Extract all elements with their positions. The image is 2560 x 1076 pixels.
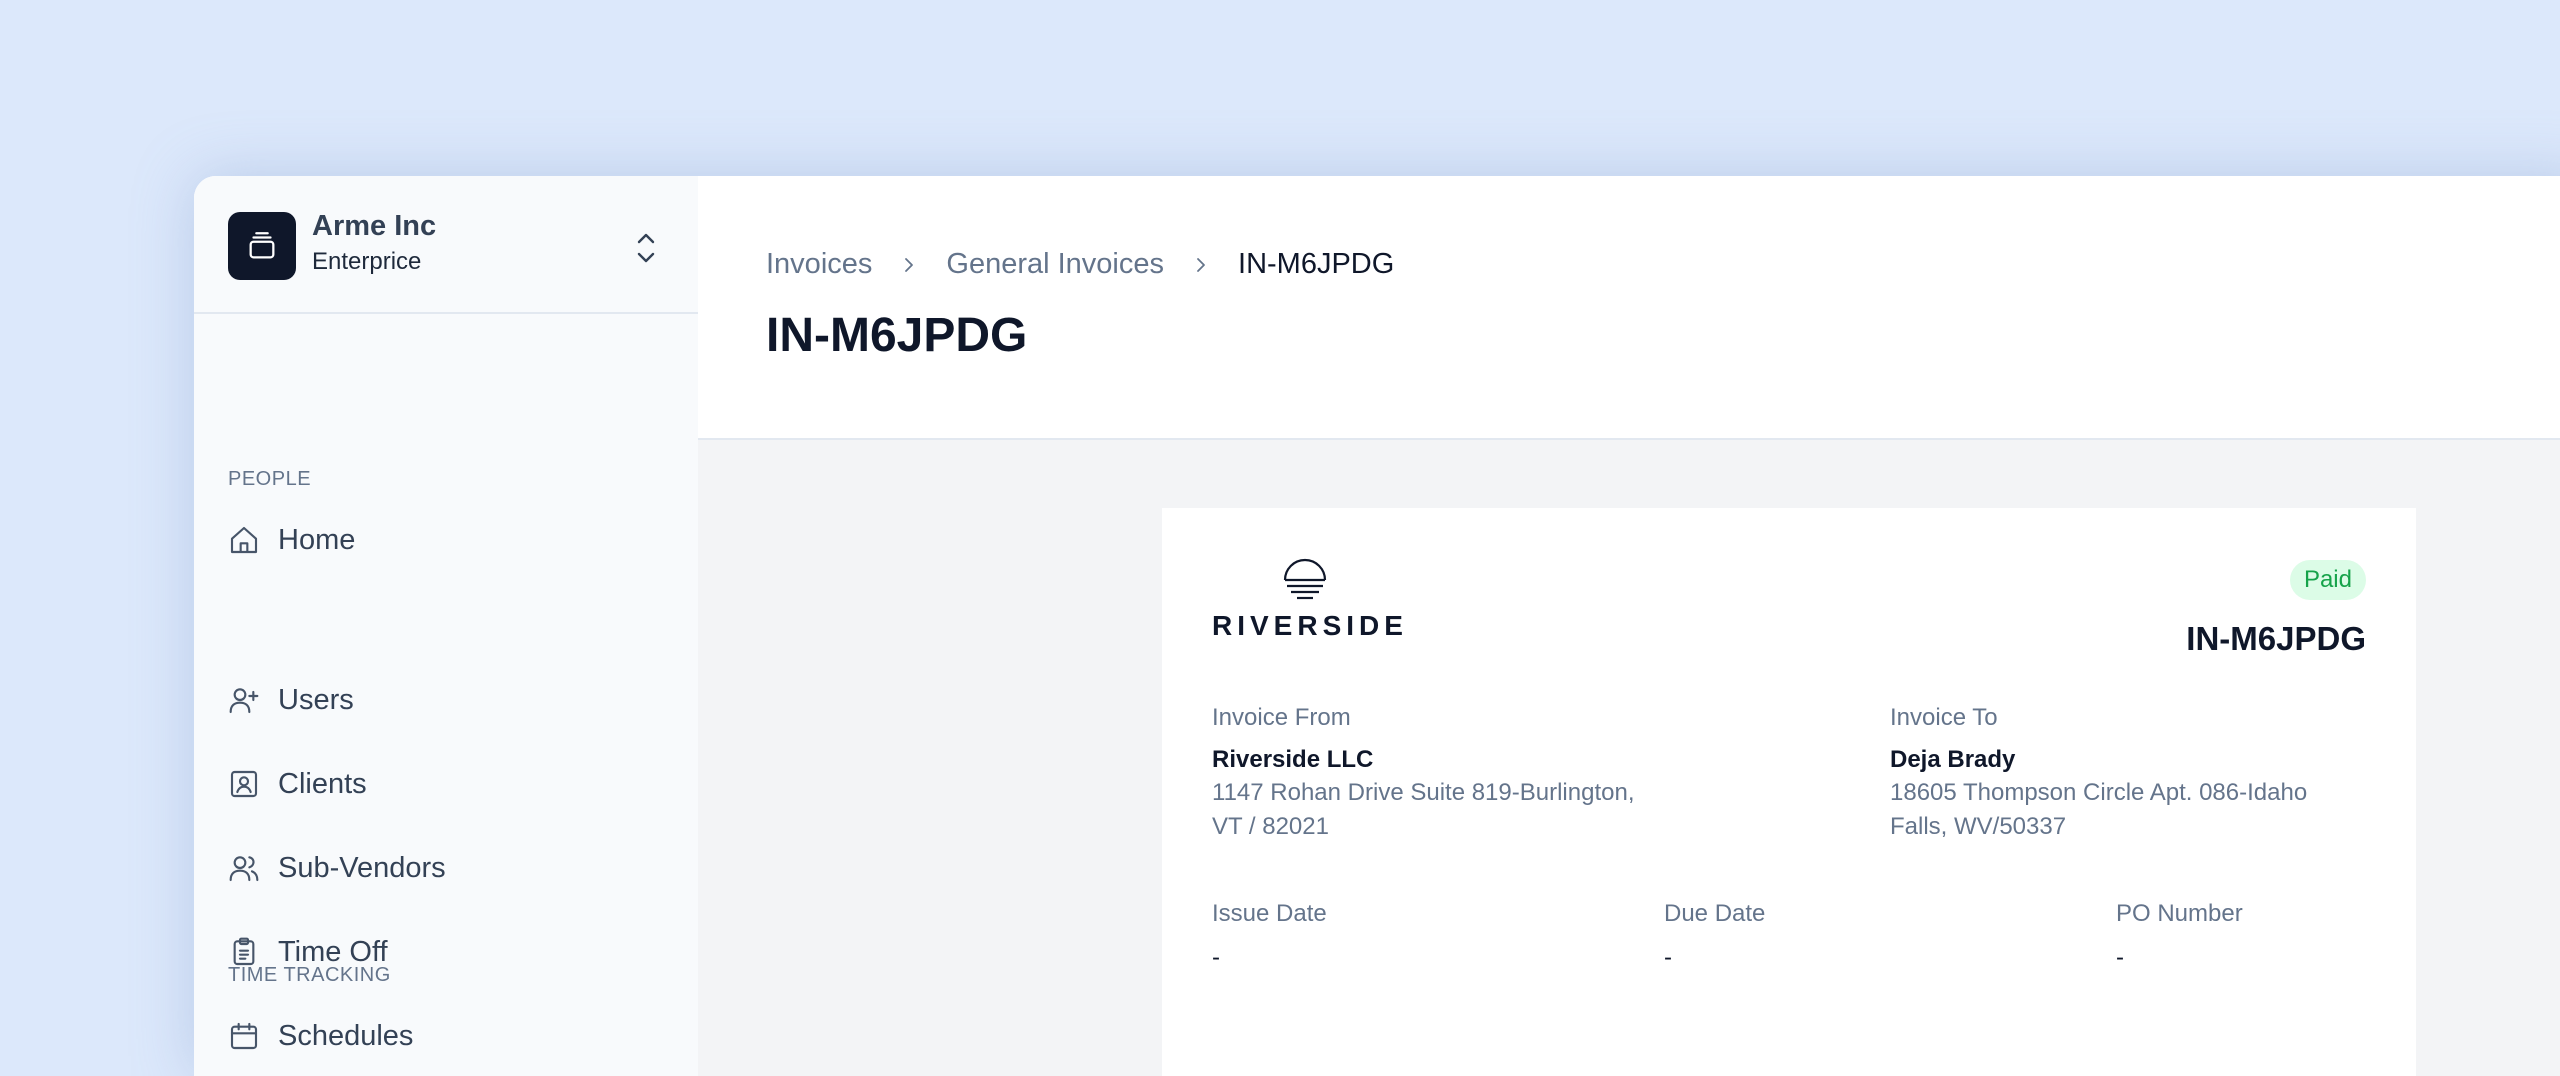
main-content: RIVERSIDE Paid IN-M6JPDG Invoice From Ri… — [698, 440, 2560, 1076]
chevron-right-icon — [905, 257, 914, 272]
section-label-time-tracking: TIME TRACKING — [228, 964, 391, 986]
sidebar-item-label: Sub-Vendors — [278, 851, 446, 884]
invoice-card: RIVERSIDE Paid IN-M6JPDG Invoice From Ri… — [1162, 508, 2416, 1076]
home-icon — [230, 526, 258, 554]
invoice-from-label: Invoice From — [1212, 704, 1351, 731]
org-switcher[interactable]: Arme Inc Enterprice — [194, 176, 698, 314]
section-label-people: PEOPLE — [228, 468, 312, 490]
page-header: Invoices General Invoices IN-M6JPDG IN-M… — [698, 176, 2560, 440]
invoice-from-address-line2: VT / 82021 — [1212, 813, 1329, 840]
users-icon — [229, 856, 259, 882]
sidebar-item-users[interactable]: Users — [228, 680, 354, 720]
chevron-up-down-icon[interactable] — [634, 228, 658, 268]
invoice-to-address-line1: 18605 Thompson Circle Apt. 086-Idaho — [1890, 779, 2308, 806]
invoice-to-label: Invoice To — [1890, 704, 1998, 731]
page-title: IN-M6JPDG — [766, 309, 1028, 362]
sidebar-item-clients[interactable]: Clients — [228, 764, 367, 804]
brand-wordmark: RIVERSIDE — [1212, 610, 1408, 641]
breadcrumb-current: IN-M6JPDG — [1238, 248, 1395, 280]
contact-card-icon — [230, 770, 258, 798]
sidebar-item-label: Schedules — [278, 1019, 414, 1052]
breadcrumb: Invoices General Invoices IN-M6JPDG — [766, 248, 1394, 281]
chevron-right-icon — [1197, 257, 1205, 272]
sidebar-item-sub-vendors[interactable]: Sub-Vendors — [228, 848, 446, 888]
po-number-label: PO Number — [2116, 900, 2243, 927]
breadcrumb-invoices[interactable]: Invoices — [766, 248, 872, 281]
invoice-from-name: Riverside LLC — [1212, 746, 1374, 773]
due-date-label: Due Date — [1664, 900, 1766, 927]
sidebar-item-label: Users — [278, 683, 354, 716]
sidebar-item-label: Clients — [278, 767, 367, 800]
sidebar-item-home[interactable]: Home — [228, 520, 355, 560]
sidebar-item-label: Home — [278, 523, 356, 556]
invoice-to-name: Deja Brady — [1890, 746, 2016, 773]
po-number-value: - — [2116, 944, 2124, 971]
sidebar: Arme Inc Enterprice Home PEOPLE Users Cl… — [194, 176, 700, 1076]
org-plan: Enterprice — [312, 248, 422, 275]
app-window: Arme Inc Enterprice Home PEOPLE Users Cl… — [194, 176, 2560, 1076]
issue-date-value: - — [1212, 944, 1220, 971]
due-date-value: - — [1664, 944, 1672, 971]
user-plus-icon — [229, 688, 259, 714]
sunset-logo-icon — [1283, 558, 1327, 600]
issue-date-label: Issue Date — [1212, 900, 1327, 927]
org-name: Arme Inc — [312, 210, 437, 242]
status-badge: Paid — [2289, 560, 2366, 600]
org-logo-icon — [228, 212, 296, 280]
breadcrumb-general-invoices[interactable]: General Invoices — [946, 248, 1164, 281]
invoice-to-address-line2: Falls, WV/50337 — [1890, 813, 2067, 840]
invoice-from-address-line1: 1147 Rohan Drive Suite 819-Burlington, — [1212, 779, 1635, 806]
sidebar-item-schedules[interactable]: Schedules — [228, 1016, 413, 1056]
invoice-number: IN-M6JPDG — [2186, 620, 2366, 657]
calendar-icon — [230, 1022, 258, 1050]
